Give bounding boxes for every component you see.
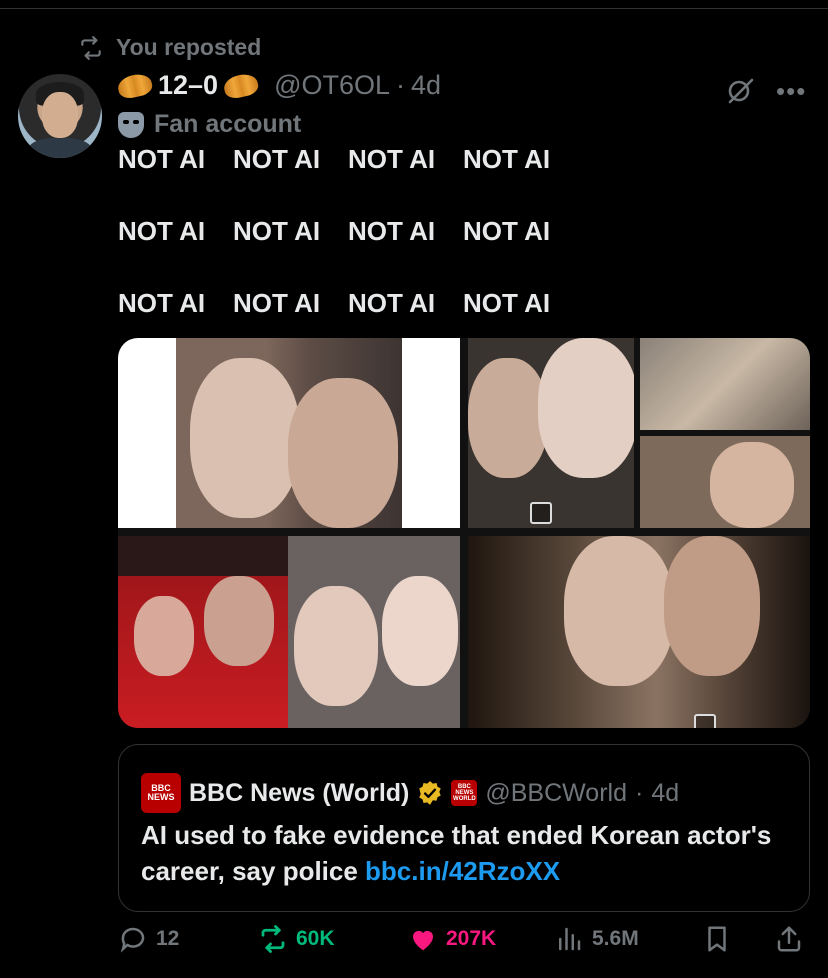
quoted-age[interactable]: 4d: [651, 779, 679, 808]
quoted-author-name[interactable]: BBC News (World): [189, 779, 409, 808]
author-avatar[interactable]: [18, 74, 102, 158]
media-grid: [118, 338, 810, 728]
repost-context-label: You reposted: [116, 34, 262, 60]
quoted-header: BBC NEWS BBC News (World) BBC NEWS WORLD…: [141, 773, 679, 813]
share-icon: [777, 926, 801, 952]
media-image[interactable]: [288, 536, 460, 728]
author-handle[interactable]: @OT6OL: [274, 70, 390, 101]
verified-gold-icon: [419, 781, 442, 805]
heart-icon: [413, 930, 433, 951]
media-image[interactable]: [468, 536, 810, 728]
media-image[interactable]: [118, 338, 460, 528]
media-image[interactable]: [640, 436, 810, 528]
tweet-text: NOT AI NOT AI NOT AI NOT AI NOT AI NOT A…: [118, 144, 558, 360]
quoted-text: AI used to fake evidence that ended Kore…: [141, 820, 772, 886]
tweet-header: 12–0 @OT6OL · 4d: [118, 70, 441, 101]
fan-account-text: Fan account: [154, 110, 302, 138]
bookmark-button[interactable]: [702, 924, 732, 954]
grok-icon[interactable]: [724, 74, 756, 106]
views-chart-icon: [559, 927, 581, 951]
more-options-icon[interactable]: •••: [776, 76, 806, 107]
tweet-text-line: NOT AI NOT AI NOT AI NOT AI: [118, 144, 551, 174]
view-count: 5.6M: [592, 927, 639, 950]
bbc-logo-icon: BBC NEWS: [141, 773, 181, 813]
quoted-tweet[interactable]: BBC NEWS BBC News (World) BBC NEWS WORLD…: [118, 744, 810, 912]
media-image[interactable]: [118, 536, 288, 728]
croissant-icon: [224, 73, 258, 99]
top-divider: [0, 8, 828, 9]
header-separator: ·: [396, 70, 406, 100]
repost-count: 60K: [296, 927, 335, 950]
reply-button[interactable]: 12: [118, 924, 179, 954]
bbc-affiliate-badge-icon: BBC NEWS WORLD: [451, 780, 478, 806]
action-bar: 12 60K 207K 5.6M: [118, 924, 810, 964]
tweet-age[interactable]: 4d: [411, 70, 441, 101]
media-image[interactable]: [468, 338, 634, 528]
like-button[interactable]: 207K: [408, 924, 496, 954]
share-button[interactable]: [774, 924, 804, 954]
reply-count: 12: [156, 927, 180, 950]
repost-icon: [81, 35, 101, 60]
tweet-text-line: NOT AI NOT AI NOT AI NOT AI: [118, 288, 551, 318]
repost-context: You reposted: [78, 34, 261, 61]
bookmark-icon: [708, 926, 726, 952]
mask-icon: [118, 111, 144, 138]
repost-icon: [261, 925, 285, 953]
croissant-icon: [118, 73, 152, 99]
like-count: 207K: [446, 927, 497, 950]
fan-account-label: Fan account: [118, 110, 301, 139]
quoted-link[interactable]: bbc.in/42RzoXX: [365, 856, 560, 886]
views-button[interactable]: 5.6M: [554, 924, 639, 954]
reply-icon: [120, 927, 145, 953]
quoted-author-handle[interactable]: @BBCWorld: [485, 779, 627, 808]
author-display-name[interactable]: 12–0: [158, 70, 218, 101]
repost-button[interactable]: 60K: [258, 924, 335, 954]
quoted-separator: ·: [635, 778, 644, 807]
tweet-text-line: NOT AI NOT AI NOT AI NOT AI: [118, 216, 551, 246]
media-image[interactable]: [640, 338, 810, 430]
